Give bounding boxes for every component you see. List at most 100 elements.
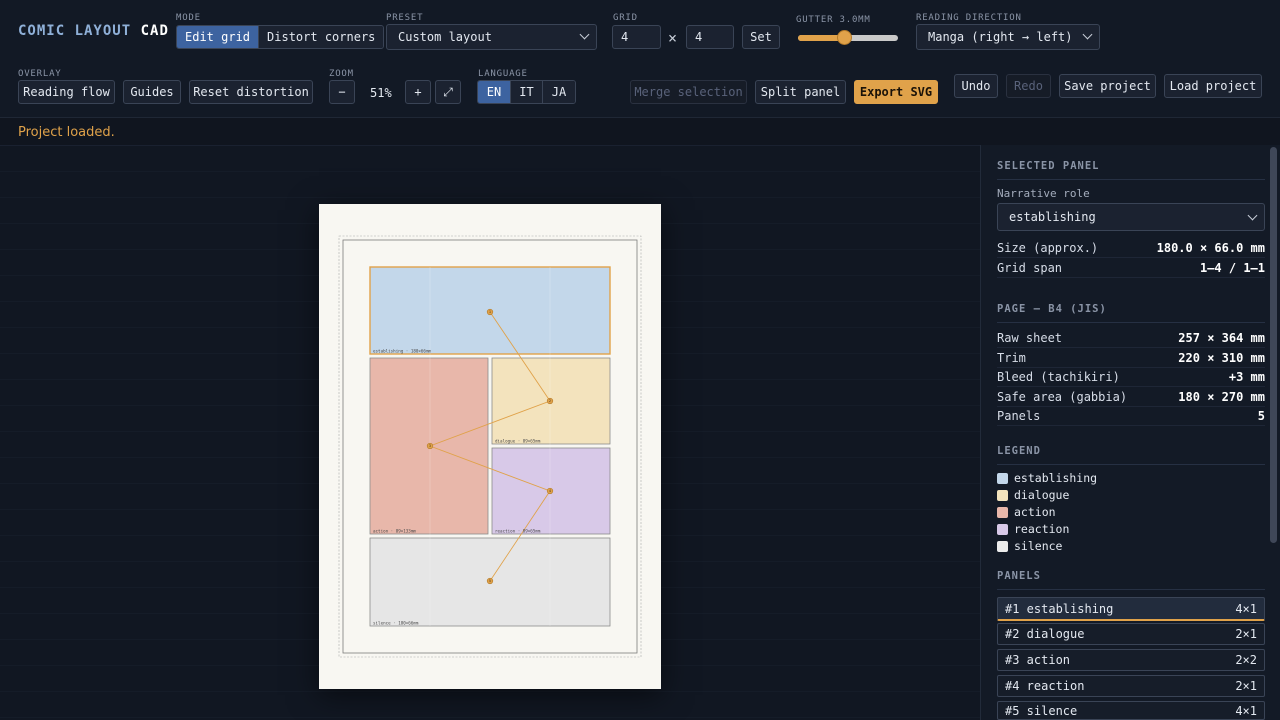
reading-flow-button[interactable]: Reading flow: [18, 80, 115, 104]
selected-panel-title: SELECTED PANEL: [997, 160, 1100, 172]
mode-toggle: Edit grid Distort corners: [176, 25, 385, 49]
language-it[interactable]: IT: [511, 81, 543, 103]
legend-swatch: [997, 506, 1008, 518]
legend-swatch: [997, 523, 1008, 535]
legend-item: action: [997, 505, 1056, 519]
export-svg-button[interactable]: Export SVG: [854, 80, 938, 104]
language-ja[interactable]: JA: [543, 81, 575, 103]
narrative-role-select[interactable]: establishing: [997, 203, 1265, 231]
chevron-down-icon: [1082, 29, 1093, 40]
panel-list-span: 2×1: [1235, 627, 1257, 641]
size-key: Size (approx.): [997, 241, 1099, 255]
panel-count-row: Panels 5: [997, 407, 1265, 426]
narrative-role-label: Narrative role: [997, 187, 1090, 200]
legend-item: reaction: [997, 522, 1069, 536]
legend-swatch: [997, 540, 1008, 552]
mode-distort-corners[interactable]: Distort corners: [259, 26, 384, 48]
panel-4-caption: reaction · 89×65mm: [495, 529, 541, 534]
comic-page[interactable]: 1 2 3 4 5 establishing · 180×66mm dialog…: [319, 204, 661, 689]
merge-selection-button[interactable]: Merge selection: [630, 80, 747, 104]
panel-list-item-2[interactable]: #2 dialogue 2×1: [997, 623, 1265, 645]
preset-select[interactable]: Custom layout: [386, 24, 597, 50]
app-title: COMIC LAYOUT CAD: [18, 23, 169, 39]
bleed-row: Bleed (tachikiri) +3 mm: [997, 368, 1265, 387]
save-project-button[interactable]: Save project: [1059, 74, 1156, 98]
panel-list-item-5[interactable]: #5 silence 4×1: [997, 701, 1265, 720]
zoom-out-button[interactable]: −: [329, 80, 355, 104]
overlay-label: OVERLAY: [18, 69, 62, 79]
chevron-down-icon: [579, 29, 590, 40]
legend-item: establishing: [997, 471, 1097, 485]
legend-swatch: [997, 472, 1008, 484]
page-drawing: 1 2 3 4 5 establishing · 180×66mm dialog…: [338, 235, 642, 658]
panel-list-item-3[interactable]: #3 action 2×2: [997, 649, 1265, 671]
panel-list-span: 2×1: [1235, 679, 1257, 693]
language-en[interactable]: EN: [478, 81, 511, 103]
legend-item: dialogue: [997, 488, 1069, 502]
mode-edit-grid[interactable]: Edit grid: [177, 26, 260, 48]
chevron-down-icon: [1247, 210, 1258, 221]
reset-distortion-button[interactable]: Reset distortion: [189, 80, 313, 104]
legend-title: LEGEND: [997, 445, 1041, 457]
panel-list-span: 2×2: [1235, 653, 1257, 667]
divider: [997, 589, 1265, 590]
split-panel-button[interactable]: Split panel: [755, 80, 846, 104]
reading-flow-number: 4: [549, 489, 551, 493]
divider: [997, 179, 1265, 180]
grid-span-value: 1–4 / 1–1: [1199, 261, 1265, 275]
undo-button[interactable]: Undo: [954, 74, 998, 98]
panel-list-item-1[interactable]: #1 establishing 4×1: [997, 597, 1265, 621]
redo-button[interactable]: Redo: [1006, 74, 1051, 98]
bleed-key: Bleed (tachikiri): [997, 370, 1120, 384]
reading-flow-number: 1: [489, 310, 491, 314]
trim-value: 220 × 310 mm: [1178, 351, 1265, 365]
panels-title: PANELS: [997, 570, 1041, 582]
panel-list-span: 4×1: [1235, 703, 1257, 718]
panel-list-label: #5 silence: [1005, 703, 1078, 718]
guides-button[interactable]: Guides: [123, 80, 181, 104]
gutter-slider-thumb[interactable]: [836, 30, 852, 45]
grid-cols-input[interactable]: 4: [612, 25, 661, 49]
bleed-value: +3 mm: [1228, 370, 1265, 384]
gutter-label: GUTTER 3.0MM: [796, 15, 871, 25]
app-title-suffix: CAD: [140, 23, 169, 39]
preset-value: Custom layout: [398, 30, 492, 44]
grid-set-button[interactable]: Set: [742, 25, 780, 49]
grid-times: ×: [668, 29, 678, 47]
panel-3-caption: action · 89×133mm: [373, 529, 416, 534]
panel-list-item-4[interactable]: #4 reaction 2×1: [997, 675, 1265, 697]
raw-sheet-value: 257 × 364 mm: [1178, 331, 1265, 345]
zoom-fit-button[interactable]: ⤢: [435, 80, 461, 104]
app-title-main: COMIC LAYOUT: [18, 23, 132, 39]
legend-label: dialogue: [1014, 488, 1070, 502]
load-project-button[interactable]: Load project: [1164, 74, 1262, 98]
mode-label: MODE: [176, 13, 201, 23]
grid-span-key: Grid span: [997, 261, 1063, 275]
trim-row: Trim 220 × 310 mm: [997, 349, 1265, 368]
sidebar-scrollbar[interactable]: [1270, 147, 1277, 543]
panel-1-caption: establishing · 180×66mm: [373, 349, 431, 354]
gutter-slider[interactable]: [798, 30, 898, 45]
reading-flow-number: 2: [549, 399, 551, 403]
zoom-value: 51%: [370, 86, 392, 100]
divider: [997, 464, 1265, 465]
zoom-in-button[interactable]: +: [405, 80, 431, 104]
reading-direction-select[interactable]: Manga (right → left): [916, 24, 1100, 50]
safe-area-row: Safe area (gabbia) 180 × 270 mm: [997, 388, 1265, 407]
panel-list-label: #2 dialogue: [1005, 627, 1085, 641]
legend-swatch: [997, 489, 1008, 501]
grid-rows-input[interactable]: 4: [686, 25, 734, 49]
narrative-role-value: establishing: [1009, 210, 1096, 224]
language-label: LANGUAGE: [478, 69, 528, 79]
panel-count-value: 5: [1257, 409, 1265, 423]
grid-label: GRID: [613, 13, 638, 23]
raw-sheet-key: Raw sheet: [997, 331, 1063, 345]
size-row: Size (approx.) 180.0 × 66.0 mm: [997, 239, 1265, 258]
panel-list-label: #3 action: [1005, 653, 1071, 667]
grid-span-row: Grid span 1–4 / 1–1: [997, 259, 1265, 278]
raw-sheet-row: Raw sheet 257 × 364 mm: [997, 329, 1265, 348]
zoom-label: ZOOM: [329, 69, 354, 79]
legend-item: silence: [997, 539, 1062, 553]
safe-area-value: 180 × 270 mm: [1178, 390, 1265, 404]
status-message: Project loaded.: [18, 125, 115, 140]
